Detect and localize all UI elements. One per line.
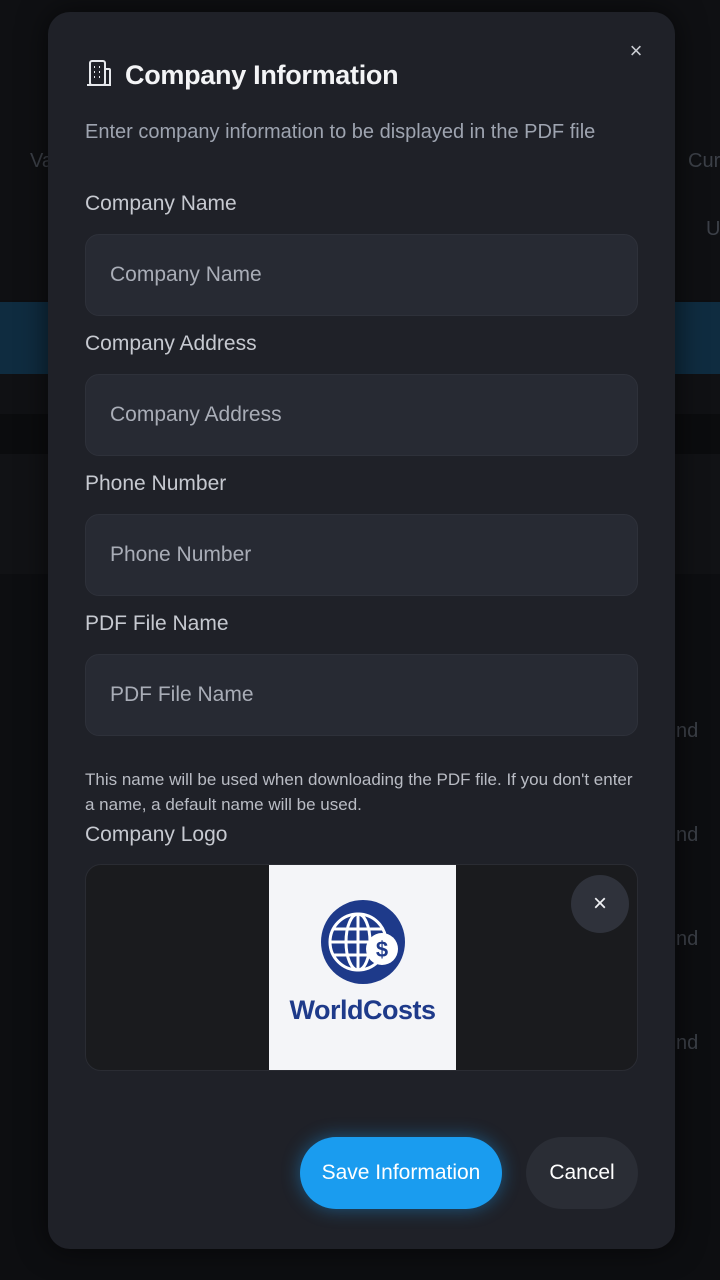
save-information-button[interactable]: Save Information [300, 1137, 502, 1209]
company-name-label: Company Name [85, 192, 237, 215]
background-row-text: nd [676, 824, 699, 846]
company-name-input[interactable] [85, 234, 638, 316]
background-row-text: nd [676, 1032, 699, 1054]
pdf-file-name-hint: This name will be used when downloading … [85, 770, 633, 814]
cancel-button[interactable]: Cancel [526, 1137, 638, 1209]
svg-text:$: $ [375, 937, 387, 962]
modal-subtitle: Enter company information to be displaye… [85, 121, 596, 143]
company-address-input[interactable] [85, 374, 638, 456]
background-row-text: nd [676, 720, 699, 742]
background-row-text: nd [676, 928, 699, 950]
building-icon [85, 58, 113, 93]
phone-number-input[interactable] [85, 514, 638, 596]
pdf-file-name-label: PDF File Name [85, 612, 229, 635]
logo-wordmark: WorldCosts [289, 995, 436, 1025]
remove-logo-button[interactable]: × [571, 875, 629, 933]
company-info-modal: × Company Information Enter company info… [48, 12, 675, 1249]
company-logo-label: Company Logo [85, 823, 228, 846]
phone-number-label: Phone Number [85, 472, 227, 495]
company-logo-image: $ WorldCosts [269, 865, 456, 1070]
pdf-file-name-input[interactable] [85, 654, 638, 736]
company-address-label: Company Address [85, 332, 257, 355]
modal-header: Company Information [85, 58, 399, 93]
globe-dollar-icon: $ [320, 900, 405, 984]
close-icon[interactable]: × [625, 40, 647, 62]
modal-title: Company Information [125, 60, 399, 90]
background-field-text: U [706, 218, 720, 240]
logo-upload-area[interactable]: $ WorldCosts × [85, 864, 638, 1071]
background-label-right: Cur [688, 150, 720, 172]
